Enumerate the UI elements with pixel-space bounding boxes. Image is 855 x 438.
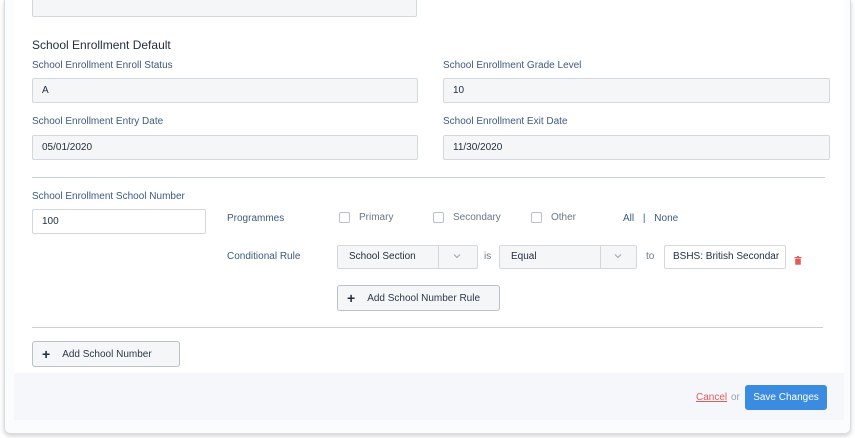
select-all-none: All | None — [623, 213, 678, 224]
section-title: School Enrollment Default — [32, 38, 171, 52]
checkbox-box[interactable] — [339, 212, 350, 223]
grade-level-label: School Enrollment Grade Level — [443, 60, 582, 71]
select-separator — [600, 246, 601, 268]
programmes-label: Programmes — [227, 213, 285, 224]
select-all-link[interactable]: All — [623, 213, 634, 224]
exit-date-input[interactable]: 11/30/2020 — [443, 135, 830, 160]
is-text: is — [484, 251, 492, 262]
select-none-link[interactable]: None — [654, 213, 678, 224]
programme-primary-checkbox[interactable]: Primary — [339, 212, 393, 223]
programme-other-checkbox[interactable]: Other — [531, 212, 576, 223]
rule-field-value: School Section — [349, 251, 416, 262]
rule-operator-select[interactable]: Equal — [499, 245, 637, 269]
divider — [32, 177, 825, 178]
programme-other-label: Other — [551, 212, 577, 223]
enroll-status-label: School Enrollment Enroll Status — [32, 60, 173, 71]
add-rule-label: Add School Number Rule — [367, 292, 481, 304]
rule-field-select[interactable]: School Section — [337, 245, 478, 269]
select-separator — [438, 246, 439, 268]
link-divider: | — [642, 213, 646, 224]
add-number-label: Add School Number — [62, 348, 152, 360]
enroll-status-input[interactable]: A — [32, 78, 418, 103]
grade-level-input[interactable]: 10 — [443, 78, 830, 103]
checkbox-box[interactable] — [531, 212, 542, 223]
school-number-input[interactable]: 100 — [32, 209, 206, 234]
programme-secondary-label: Secondary — [453, 212, 501, 223]
conditional-rule-label: Conditional Rule — [227, 251, 301, 262]
save-changes-label: Save Changes — [753, 392, 819, 403]
form-panel: a21d7c73-cbdd-4f8f-9486-950f0fc04777 Sch… — [14, 0, 844, 420]
chevron-down-icon — [451, 251, 463, 263]
plus-icon: + — [42, 346, 51, 362]
entry-date-label: School Enrollment Entry Date — [32, 116, 164, 127]
add-school-number-rule-button[interactable]: + Add School Number Rule — [337, 285, 500, 311]
school-number-label: School Enrollment School Number — [32, 191, 185, 202]
form-window: a21d7c73-cbdd-4f8f-9486-950f0fc04777 Sch… — [4, 0, 851, 434]
chevron-down-icon — [612, 251, 624, 263]
trash-icon[interactable] — [794, 252, 802, 265]
form-footer: Cancel or Save Changes — [14, 373, 844, 420]
exit-date-label: School Enrollment Exit Date — [443, 116, 568, 127]
checkbox-box[interactable] — [433, 212, 444, 223]
rule-value-input[interactable]: BSHS: British Secondar — [664, 245, 786, 269]
top-id-input[interactable]: a21d7c73-cbdd-4f8f-9486-950f0fc04777 — [32, 0, 417, 17]
cancel-link[interactable]: Cancel — [696, 392, 727, 403]
to-text: to — [646, 251, 655, 262]
entry-date-input[interactable]: 05/01/2020 — [32, 135, 418, 160]
plus-icon: + — [347, 290, 356, 306]
rule-operator-value: Equal — [511, 251, 537, 262]
save-changes-button[interactable]: Save Changes — [745, 385, 827, 410]
divider — [32, 327, 823, 328]
add-school-number-button[interactable]: + Add School Number — [32, 341, 180, 367]
programme-secondary-checkbox[interactable]: Secondary — [433, 212, 501, 223]
programme-primary-label: Primary — [359, 212, 394, 223]
or-text: or — [731, 392, 740, 403]
